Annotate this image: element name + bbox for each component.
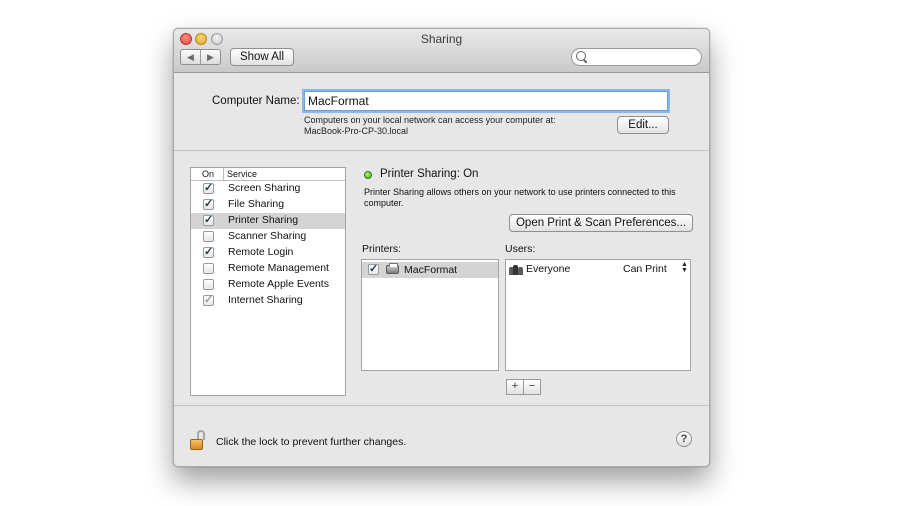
- service-label: Remote Management: [228, 262, 329, 274]
- show-all-button[interactable]: Show All: [230, 48, 294, 66]
- sharing-window: Sharing ◀ ▶ Show All Computer Name: MacF…: [173, 28, 710, 467]
- open-print-scan-preferences-button[interactable]: Open Print & Scan Preferences...: [509, 214, 693, 232]
- printers-label: Printers:: [362, 243, 402, 255]
- service-label: Remote Apple Events: [228, 278, 329, 290]
- title-bar: Sharing ◀ ▶ Show All: [174, 29, 709, 73]
- printers-list: ✓ MacFormat: [361, 259, 499, 371]
- lock-open-icon[interactable]: [190, 430, 207, 450]
- user-row[interactable]: Everyone Can Print ▲ ▼: [506, 261, 690, 278]
- footer-bar: Click the lock to prevent further change…: [174, 405, 709, 466]
- permission-popup[interactable]: Can Print: [623, 263, 667, 275]
- back-forward-control: ◀ ▶: [180, 49, 221, 65]
- search-icon: [576, 51, 586, 61]
- service-status: Printer Sharing: On: [380, 168, 479, 180]
- add-user-button[interactable]: +: [506, 379, 524, 395]
- service-description: Printer Sharing allows others on your ne…: [364, 187, 676, 208]
- service-label: Screen Sharing: [228, 182, 301, 194]
- service-row-file-sharing[interactable]: ✓ File Sharing: [191, 197, 345, 213]
- service-row-remote-management[interactable]: Remote Management: [191, 261, 345, 277]
- network-address-hostname: MacBook-Pro-CP-30.local: [304, 126, 409, 136]
- popup-arrows-icon[interactable]: ▲ ▼: [681, 261, 688, 274]
- search-field[interactable]: [571, 48, 702, 66]
- printer-checkbox[interactable]: ✓: [368, 264, 379, 275]
- service-checkbox[interactable]: ✓: [203, 199, 214, 210]
- user-name: Everyone: [526, 263, 571, 275]
- lock-instruction: Click the lock to prevent further change…: [216, 436, 407, 448]
- remove-user-button[interactable]: −: [523, 379, 541, 395]
- edit-name-button[interactable]: Edit...: [617, 116, 669, 134]
- users-label: Users:: [505, 243, 536, 255]
- service-row-screen-sharing[interactable]: ✓ Screen Sharing: [191, 181, 345, 197]
- service-checkbox[interactable]: [203, 263, 214, 274]
- service-label: Scanner Sharing: [228, 230, 307, 242]
- service-checkbox[interactable]: [203, 231, 214, 242]
- service-row-scanner-sharing[interactable]: Scanner Sharing: [191, 229, 345, 245]
- forward-button[interactable]: ▶: [201, 50, 220, 64]
- column-header-service[interactable]: Service: [227, 168, 257, 180]
- service-label: File Sharing: [228, 198, 285, 210]
- service-label: Remote Login: [228, 246, 294, 258]
- service-row-internet-sharing[interactable]: ✓ Internet Sharing: [191, 293, 345, 309]
- service-checkbox[interactable]: ✓: [203, 295, 214, 306]
- service-list: On Service ✓ Screen Sharing ✓ File Shari…: [190, 167, 346, 396]
- service-label: Internet Sharing: [228, 294, 303, 306]
- printer-row[interactable]: ✓ MacFormat: [362, 262, 498, 278]
- back-button[interactable]: ◀: [181, 50, 201, 64]
- computer-name-section: Computer Name: MacFormat Computers on yo…: [174, 73, 709, 151]
- service-checkbox[interactable]: [203, 279, 214, 290]
- service-row-printer-sharing[interactable]: ✓ Printer Sharing: [191, 213, 345, 229]
- help-button[interactable]: ?: [676, 431, 692, 447]
- service-label: Printer Sharing: [228, 214, 299, 226]
- column-divider: [223, 168, 224, 180]
- service-checkbox[interactable]: ✓: [203, 183, 214, 194]
- status-indicator-icon: [364, 171, 372, 179]
- printer-icon: [386, 263, 399, 274]
- printer-name: MacFormat: [404, 264, 458, 276]
- network-address-info: Computers on your local network can acce…: [304, 115, 556, 125]
- service-row-remote-login[interactable]: ✓ Remote Login: [191, 245, 345, 261]
- group-icon: [509, 265, 523, 275]
- service-checkbox[interactable]: ✓: [203, 215, 214, 226]
- service-list-header: On Service: [191, 168, 345, 181]
- computer-name-label: Computer Name:: [212, 95, 300, 107]
- window-title: Sharing: [420, 32, 463, 46]
- users-list: Everyone Can Print ▲ ▼: [505, 259, 691, 371]
- service-checkbox[interactable]: ✓: [203, 247, 214, 258]
- column-header-on[interactable]: On: [202, 168, 214, 180]
- computer-name-input[interactable]: MacFormat: [304, 91, 668, 111]
- service-row-remote-apple-events[interactable]: Remote Apple Events: [191, 277, 345, 293]
